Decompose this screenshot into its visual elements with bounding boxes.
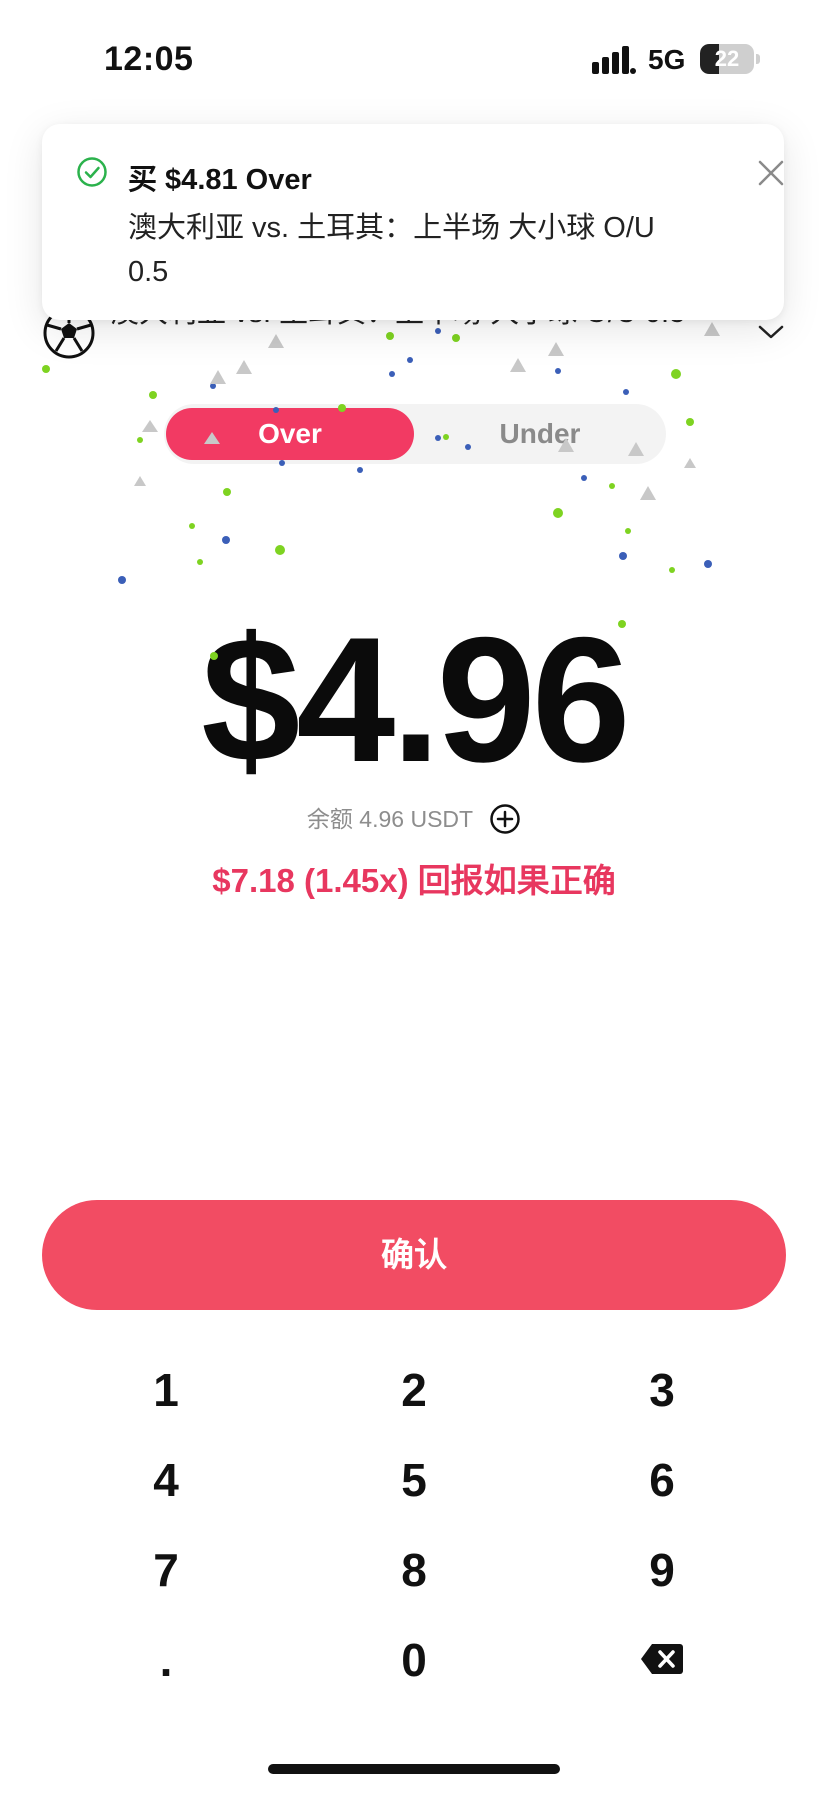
home-indicator[interactable] bbox=[268, 1764, 560, 1774]
backspace-icon bbox=[641, 1644, 683, 1674]
payout-text: $7.18 (1.45x) 回报如果正确 bbox=[212, 862, 616, 899]
key-1[interactable]: 1 bbox=[66, 1350, 266, 1430]
toast-description: 澳大利亚 vs. 土耳其：上半场 大小球 O/U 0.5 bbox=[128, 212, 655, 288]
backspace-button[interactable] bbox=[562, 1620, 762, 1700]
key-4[interactable]: 4 bbox=[66, 1440, 266, 1520]
balance-row: 余额 4.96 USDT bbox=[0, 800, 828, 835]
battery-icon: 22 bbox=[700, 44, 754, 74]
key-0[interactable]: 0 bbox=[314, 1620, 514, 1700]
battery-level: 22 bbox=[714, 46, 740, 71]
key-8[interactable]: 8 bbox=[314, 1530, 514, 1610]
bet-amount: $4.96 bbox=[201, 600, 630, 799]
key-5[interactable]: 5 bbox=[314, 1440, 514, 1520]
key-7[interactable]: 7 bbox=[66, 1530, 266, 1610]
signal-icon bbox=[592, 46, 636, 74]
tab-over[interactable]: Over bbox=[166, 408, 414, 460]
toast-notification: 买 $4.81 Over 澳大利亚 vs. 土耳其：上半场 大小球 O/U 0.… bbox=[42, 124, 784, 320]
status-time: 12:05 bbox=[104, 40, 194, 78]
status-bar: 12:05 5G 22 bbox=[0, 0, 828, 120]
network-label: 5G bbox=[648, 44, 686, 75]
toast-title: 买 $4.81 Over bbox=[128, 164, 312, 196]
over-under-toggle: Over Under bbox=[164, 404, 666, 464]
key-3[interactable]: 3 bbox=[562, 1350, 762, 1430]
close-icon[interactable] bbox=[754, 156, 788, 190]
battery-tip bbox=[756, 54, 760, 64]
key-decimal[interactable]: . bbox=[66, 1620, 266, 1700]
tab-under[interactable]: Under bbox=[416, 408, 664, 460]
check-circle-icon bbox=[77, 157, 107, 187]
confirm-button[interactable]: 确认 bbox=[42, 1200, 786, 1310]
chevron-down-icon[interactable] bbox=[756, 322, 786, 342]
add-funds-icon[interactable] bbox=[489, 803, 521, 835]
key-2[interactable]: 2 bbox=[314, 1350, 514, 1430]
key-9[interactable]: 9 bbox=[562, 1530, 762, 1610]
balance-text: 余额 4.96 USDT bbox=[306, 806, 473, 832]
key-6[interactable]: 6 bbox=[562, 1440, 762, 1520]
